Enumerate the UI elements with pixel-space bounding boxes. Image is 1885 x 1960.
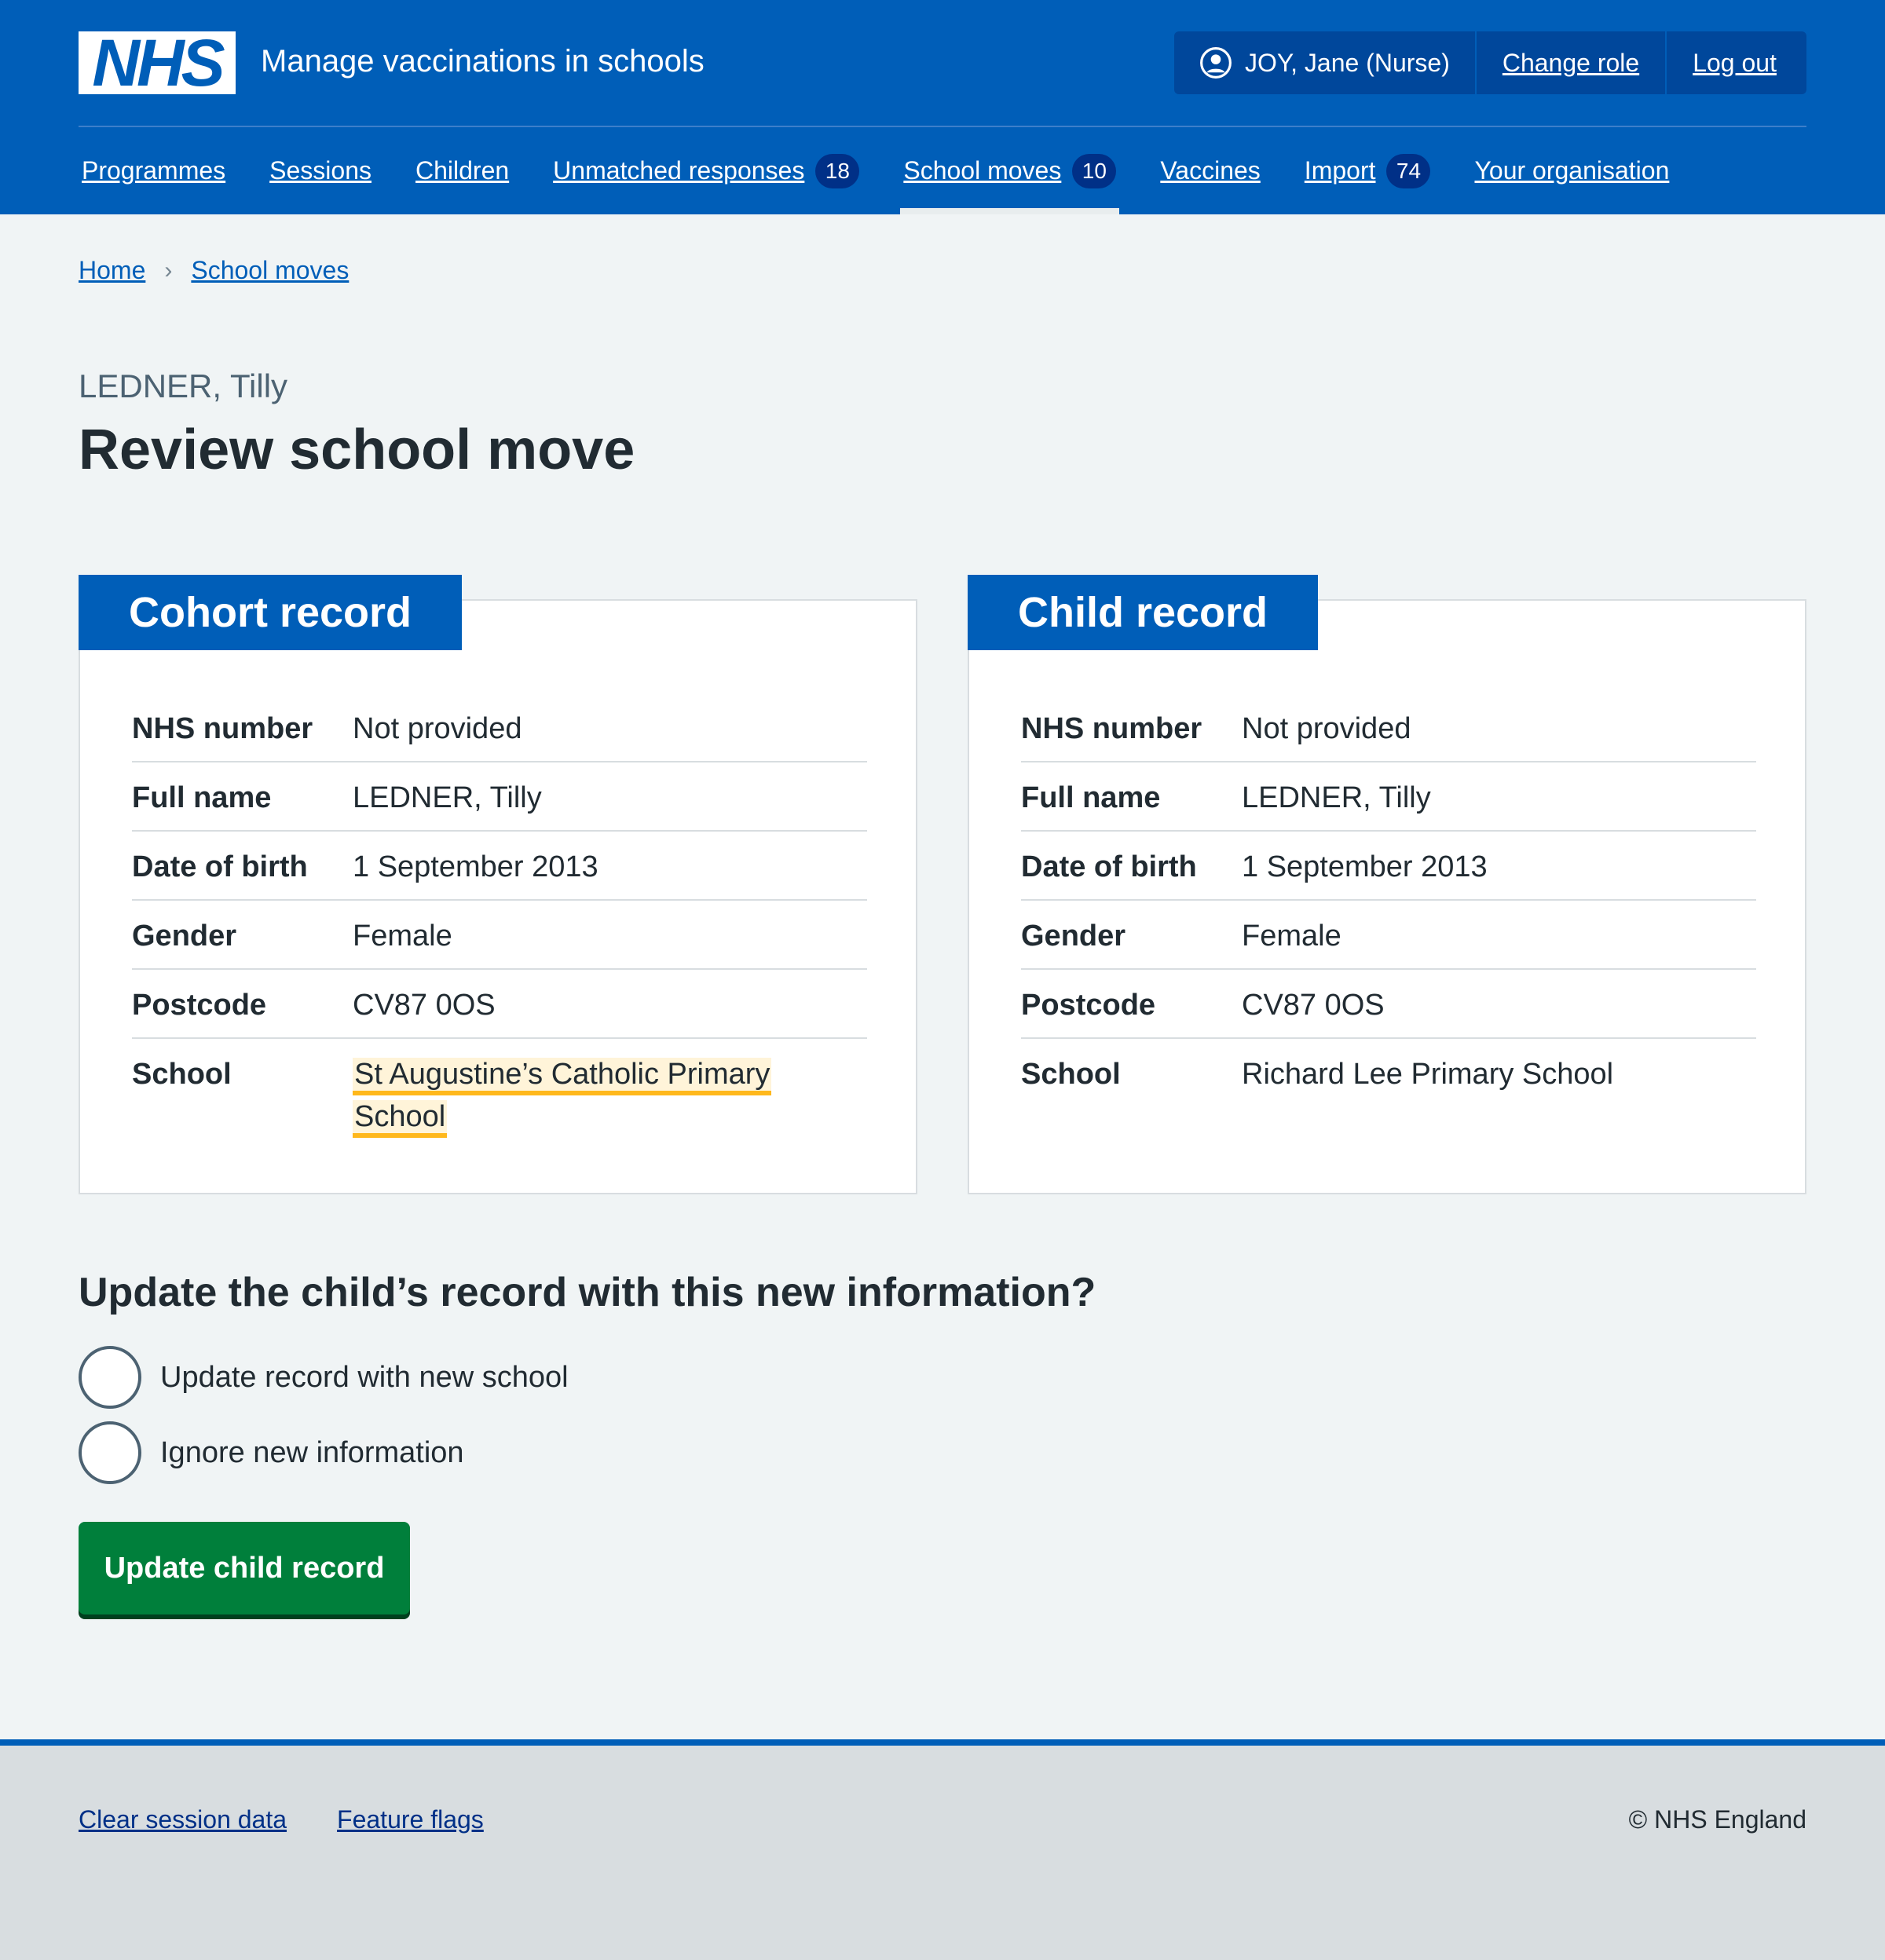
summary-value: Not provided (1242, 712, 1411, 745)
nav-item-sessions[interactable]: Sessions (266, 127, 375, 214)
summary-row: Full name LEDNER, Tilly (132, 762, 867, 832)
summary-key: Full name (132, 781, 272, 814)
account-bar: JOY, Jane (Nurse) Change role Log out (1174, 31, 1806, 94)
summary-value: 1 September 2013 (1242, 850, 1488, 883)
nav-link-vaccines[interactable]: Vaccines (1160, 156, 1260, 185)
summary-row: Gender Female (132, 901, 867, 970)
radio-ignore-information[interactable]: Ignore new information (79, 1421, 464, 1484)
account-user-name: JOY, Jane (Nurse) (1245, 48, 1450, 77)
copyright: © NHS England (1628, 1805, 1806, 1834)
user-circle-icon (1200, 47, 1232, 79)
summary-row: School St Augustine’s Catholic Primary S… (132, 1039, 867, 1138)
summary-value: Richard Lee Primary School (1242, 1058, 1614, 1091)
summary-key: Postcode (1021, 989, 1156, 1022)
nav-link-school-moves[interactable]: School moves (903, 156, 1061, 185)
chevron-right-icon: › (164, 257, 173, 283)
page-caption: LEDNER, Tilly (79, 368, 288, 404)
summary-row: Gender Female (1021, 901, 1756, 970)
changed-school-highlight: St Augustine’s Catholic Primary School (353, 1058, 772, 1138)
summary-row: Postcode CV87 0OS (1021, 970, 1756, 1039)
primary-navigation: Programmes Sessions Children Unmatched r… (79, 127, 1710, 214)
summary-key: Gender (1021, 920, 1126, 953)
summary-row: Date of birth 1 September 2013 (1021, 832, 1756, 901)
account-user: JOY, Jane (Nurse) (1174, 31, 1477, 94)
summary-value: LEDNER, Tilly (1242, 781, 1431, 814)
update-question-legend: Update the child’s record with this new … (79, 1270, 1096, 1315)
summary-row: Full name LEDNER, Tilly (1021, 762, 1756, 832)
summary-key: NHS number (132, 712, 313, 745)
nav-item-your-organisation[interactable]: Your organisation (1471, 127, 1672, 214)
child-record-heading: Child record (968, 575, 1319, 650)
summary-key: School (132, 1058, 232, 1091)
summary-key: Date of birth (1021, 850, 1197, 883)
update-child-record-button[interactable]: Update child record (79, 1522, 410, 1614)
summary-value: LEDNER, Tilly (353, 781, 542, 814)
summary-value: CV87 0OS (1242, 989, 1385, 1022)
summary-row: NHS number Not provided (132, 693, 867, 762)
summary-value: 1 September 2013 (353, 850, 598, 883)
site-footer: Clear session data Feature flags © NHS E… (0, 1739, 1885, 1960)
summary-value-highlighted: St Augustine’s Catholic Primary School (353, 1053, 867, 1138)
summary-row: Date of birth 1 September 2013 (132, 832, 867, 901)
nav-item-school-moves[interactable]: School moves 10 (900, 127, 1120, 214)
nav-link-import[interactable]: Import (1305, 156, 1376, 185)
child-record-card: Child record NHS number Not provided Ful… (968, 575, 1806, 1194)
summary-value: Female (353, 920, 452, 953)
summary-key: Date of birth (132, 850, 308, 883)
summary-row: School Richard Lee Primary School (1021, 1039, 1756, 1108)
child-record-summary: NHS number Not provided Full name LEDNER… (1021, 693, 1756, 1108)
summary-row: NHS number Not provided (1021, 693, 1756, 762)
footer-links: Clear session data Feature flags (79, 1805, 534, 1834)
radio-label-ignore-information[interactable]: Ignore new information (160, 1436, 464, 1470)
summary-key: NHS number (1021, 712, 1202, 745)
summary-key: School (1021, 1058, 1121, 1091)
summary-value: Not provided (353, 712, 522, 745)
summary-value: CV87 0OS (353, 989, 496, 1022)
footer-link-clear-session-data[interactable]: Clear session data (79, 1805, 287, 1834)
breadcrumb: Home › School moves (79, 256, 349, 285)
cohort-record-summary: NHS number Not provided Full name LEDNER… (132, 693, 867, 1138)
summary-key: Postcode (132, 989, 267, 1022)
summary-row: Postcode CV87 0OS (132, 970, 867, 1039)
breadcrumb-home[interactable]: Home (79, 256, 145, 285)
cohort-record-card: Cohort record NHS number Not provided Fu… (79, 575, 917, 1194)
nav-link-your-organisation[interactable]: Your organisation (1474, 156, 1669, 185)
summary-key: Full name (1021, 781, 1161, 814)
radio-circle-update-record[interactable] (79, 1346, 141, 1409)
nhs-logo[interactable]: NHS (79, 26, 236, 100)
school-moves-count-badge: 10 (1072, 153, 1117, 188)
log-out-link[interactable]: Log out (1667, 31, 1803, 94)
nav-item-children[interactable]: Children (412, 127, 512, 214)
summary-key: Gender (132, 920, 237, 953)
radio-circle-ignore-information[interactable] (79, 1421, 141, 1484)
unmatched-responses-count-badge: 18 (815, 153, 860, 188)
radio-update-record[interactable]: Update record with new school (79, 1346, 569, 1409)
summary-value: Female (1242, 920, 1341, 953)
footer-link-feature-flags[interactable]: Feature flags (337, 1805, 484, 1834)
nav-item-import[interactable]: Import 74 (1301, 127, 1434, 214)
nav-link-unmatched-responses[interactable]: Unmatched responses (553, 156, 804, 185)
cohort-record-heading: Cohort record (79, 575, 463, 650)
nhs-logo-text: NHS (92, 26, 225, 100)
service-name[interactable]: Manage vaccinations in schools (261, 44, 705, 79)
nav-link-children[interactable]: Children (415, 156, 509, 185)
change-role-link[interactable]: Change role (1477, 31, 1667, 94)
import-count-badge: 74 (1386, 153, 1431, 188)
breadcrumb-school-moves[interactable]: School moves (191, 256, 349, 285)
nav-link-sessions[interactable]: Sessions (269, 156, 372, 185)
nav-item-programmes[interactable]: Programmes (79, 127, 229, 214)
site-header: NHS Manage vaccinations in schools JOY, … (0, 0, 1885, 214)
nav-item-unmatched-responses[interactable]: Unmatched responses 18 (550, 127, 862, 214)
nav-link-programmes[interactable]: Programmes (82, 156, 225, 185)
nav-item-vaccines[interactable]: Vaccines (1157, 127, 1263, 214)
page-title: Review school move (79, 419, 635, 481)
radio-label-update-record[interactable]: Update record with new school (160, 1361, 569, 1395)
